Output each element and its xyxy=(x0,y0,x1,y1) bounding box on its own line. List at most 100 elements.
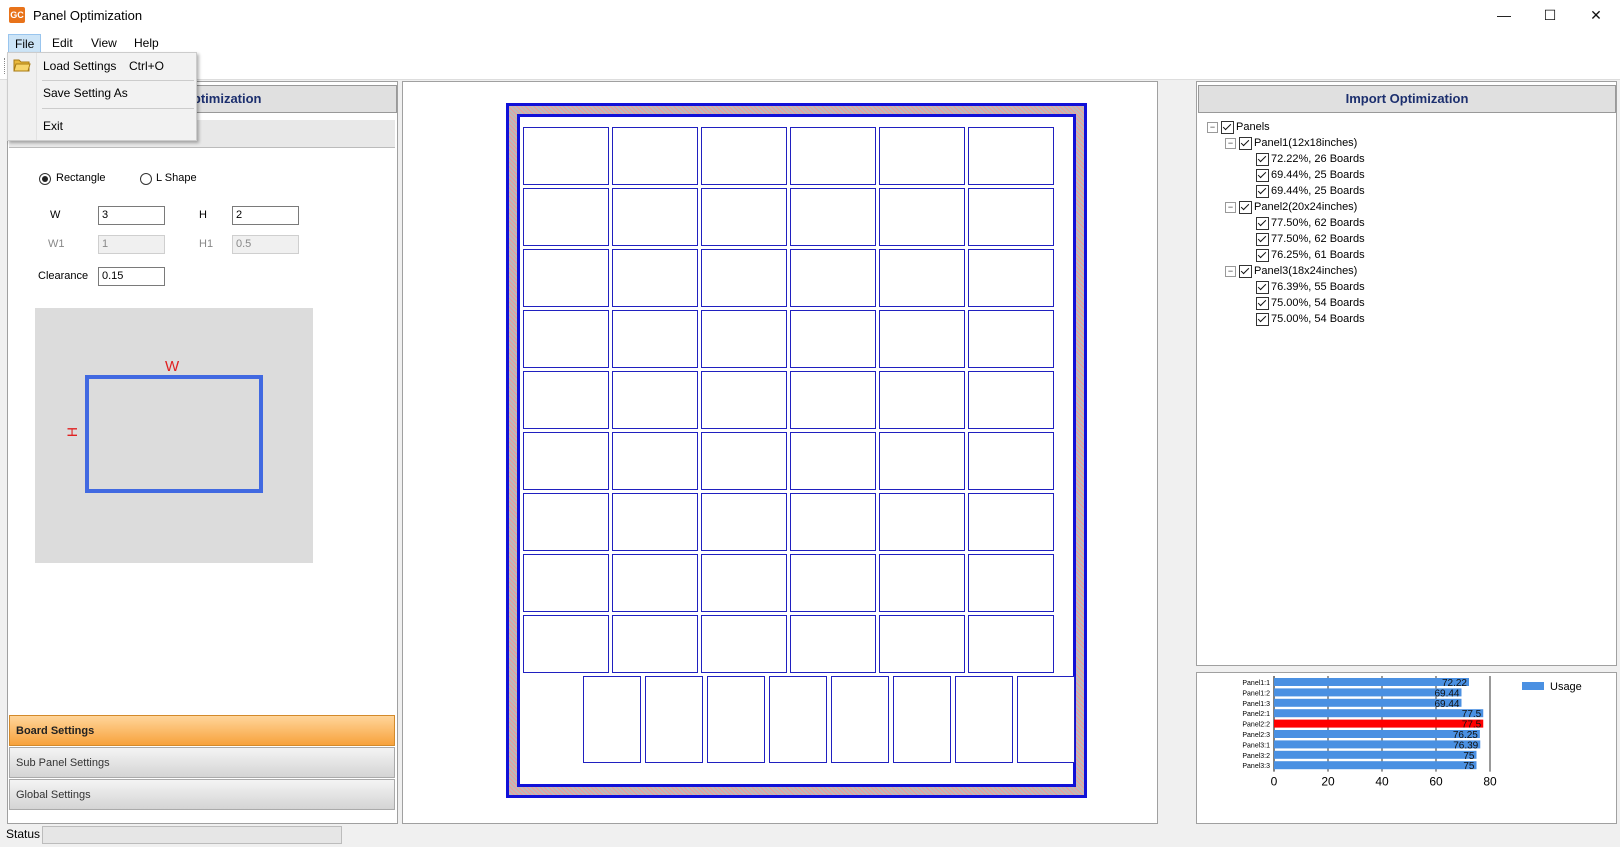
tree-checkbox[interactable] xyxy=(1256,312,1269,326)
tree-checkbox[interactable] xyxy=(1256,232,1269,246)
close-button[interactable]: ✕ xyxy=(1573,0,1619,31)
shape-preview: W H xyxy=(35,308,313,563)
menu-edit[interactable]: Edit xyxy=(46,34,79,52)
tree-leaf[interactable]: 69.44%, 25 Boards xyxy=(1207,183,1365,199)
tree-leaf[interactable]: 75.00%, 54 Boards xyxy=(1207,311,1365,327)
usage-bar xyxy=(1274,698,1462,707)
board-cell xyxy=(968,127,1054,185)
y-tick-label: Panel3:1 xyxy=(1242,742,1270,749)
tree-leaf[interactable]: 72.22%, 26 Boards xyxy=(1207,151,1365,167)
menu-file[interactable]: File xyxy=(8,34,42,54)
y-tick-label: Panel2:3 xyxy=(1242,732,1270,739)
menu-help[interactable]: Help xyxy=(128,34,165,52)
exit-label: Exit xyxy=(43,119,64,133)
tree-item-label: 72.22%, 26 Boards xyxy=(1271,153,1365,165)
usage-chart-panel: 0 20 40 60 80 Panel1:1 72.22 Panel1:2 69.44 Panel… xyxy=(1196,672,1617,824)
tree-checkbox[interactable] xyxy=(1256,168,1269,182)
legend-swatch xyxy=(1522,682,1544,690)
tree-root[interactable]: − Panels xyxy=(1207,119,1365,135)
board-cell xyxy=(612,127,698,185)
tree-item-label: 76.25%, 61 Boards xyxy=(1271,249,1365,261)
collapse-icon[interactable]: − xyxy=(1225,265,1236,277)
board-cell xyxy=(893,676,951,763)
tree-checkbox[interactable] xyxy=(1256,216,1269,230)
tree-group[interactable]: − Panel3(18x24inches) xyxy=(1207,263,1365,279)
board-cell xyxy=(701,127,787,185)
menu-item-exit[interactable]: Exit xyxy=(8,115,196,137)
minimize-button[interactable]: — xyxy=(1481,0,1527,31)
usage-bar xyxy=(1274,730,1480,738)
tree-checkbox[interactable] xyxy=(1256,248,1269,262)
panel-area xyxy=(517,114,1076,787)
board-cell xyxy=(1017,676,1075,763)
board-cell xyxy=(879,371,965,429)
tree-item-label: 69.44%, 25 Boards xyxy=(1271,185,1365,197)
board-cell xyxy=(879,493,965,551)
tree-checkbox[interactable] xyxy=(1256,184,1269,198)
y-tick-label: Panel1:3 xyxy=(1242,701,1270,708)
x-tick-label: 60 xyxy=(1429,775,1443,789)
w-label: W xyxy=(50,209,61,221)
collapse-icon[interactable]: − xyxy=(1207,121,1218,133)
menu-item-save-setting-as[interactable]: Save Setting As xyxy=(8,82,196,104)
tree-leaf[interactable]: 76.25%, 61 Boards xyxy=(1207,247,1365,263)
usage-bar xyxy=(1274,761,1477,770)
tree-leaf[interactable]: 76.39%, 55 Boards xyxy=(1207,279,1365,295)
x-tick-label: 20 xyxy=(1321,775,1335,789)
tree-leaf[interactable]: 75.00%, 54 Boards xyxy=(1207,295,1365,311)
board-cell xyxy=(612,188,698,246)
l-shape-radio[interactable] xyxy=(140,173,152,185)
accordion-sub-panel-settings[interactable]: Sub Panel Settings xyxy=(9,747,395,778)
collapse-icon[interactable]: − xyxy=(1225,137,1236,149)
board-cell xyxy=(879,310,965,368)
tree-checkbox[interactable] xyxy=(1256,152,1269,166)
right-panel-header: Import Optimization xyxy=(1198,85,1616,113)
h1-label: H1 xyxy=(199,238,214,250)
clearance-input[interactable]: 0.15 xyxy=(98,267,165,286)
menu-item-load-settings[interactable]: Load Settings Ctrl+O xyxy=(8,55,196,77)
accordion-global-settings[interactable]: Global Settings xyxy=(9,779,395,810)
board-cell xyxy=(523,432,609,490)
maximize-button[interactable]: ☐ xyxy=(1527,0,1573,31)
board-cell xyxy=(612,371,698,429)
y-tick-label: Panel2:2 xyxy=(1242,722,1270,729)
h-input[interactable]: 2 xyxy=(232,206,299,225)
menu-view[interactable]: View xyxy=(85,34,123,52)
tree-checkbox[interactable] xyxy=(1239,200,1252,214)
tree-item-label: Panel2(20x24inches) xyxy=(1254,201,1358,213)
clearance-label: Clearance xyxy=(38,270,89,282)
board-cell xyxy=(790,432,876,490)
usage-bar xyxy=(1274,688,1462,697)
tree-leaf[interactable]: 77.50%, 62 Boards xyxy=(1207,215,1365,231)
tree-group[interactable]: − Panel2(20x24inches) xyxy=(1207,199,1365,215)
close-icon: ✕ xyxy=(1590,7,1602,23)
usage-bar xyxy=(1274,709,1484,718)
board-cell xyxy=(968,310,1054,368)
tree-item-label: 77.50%, 62 Boards xyxy=(1271,217,1365,229)
tree-checkbox[interactable] xyxy=(1256,280,1269,294)
board-cell xyxy=(879,188,965,246)
status-label: Status xyxy=(6,827,41,841)
bar-value-label: 69.44 xyxy=(1434,688,1459,699)
tree-checkbox[interactable] xyxy=(1239,264,1252,278)
board-cell xyxy=(701,310,787,368)
rectangle-radio[interactable] xyxy=(39,173,51,185)
app-icon: GC xyxy=(9,7,25,23)
load-settings-shortcut: Ctrl+O xyxy=(129,59,165,73)
minimize-icon: — xyxy=(1497,7,1511,23)
board-cell xyxy=(523,615,609,673)
title-bar: GC Panel Optimization — ☐ ✕ xyxy=(0,0,1620,31)
accordion-board-settings[interactable]: Board Settings xyxy=(9,715,395,746)
tree-checkbox[interactable] xyxy=(1256,296,1269,310)
tree-checkbox[interactable] xyxy=(1221,120,1234,134)
tree-leaf[interactable]: 77.50%, 62 Boards xyxy=(1207,231,1365,247)
collapse-icon[interactable]: − xyxy=(1225,201,1236,213)
w-input[interactable]: 3 xyxy=(98,206,165,225)
layout-canvas xyxy=(402,81,1158,824)
tree-group[interactable]: − Panel1(12x18inches) xyxy=(1207,135,1365,151)
board-cell xyxy=(612,493,698,551)
bar-value-label: 72.22 xyxy=(1442,678,1467,689)
tree-leaf[interactable]: 69.44%, 25 Boards xyxy=(1207,167,1365,183)
y-tick-label: Panel3:2 xyxy=(1242,753,1270,760)
tree-checkbox[interactable] xyxy=(1239,136,1252,150)
